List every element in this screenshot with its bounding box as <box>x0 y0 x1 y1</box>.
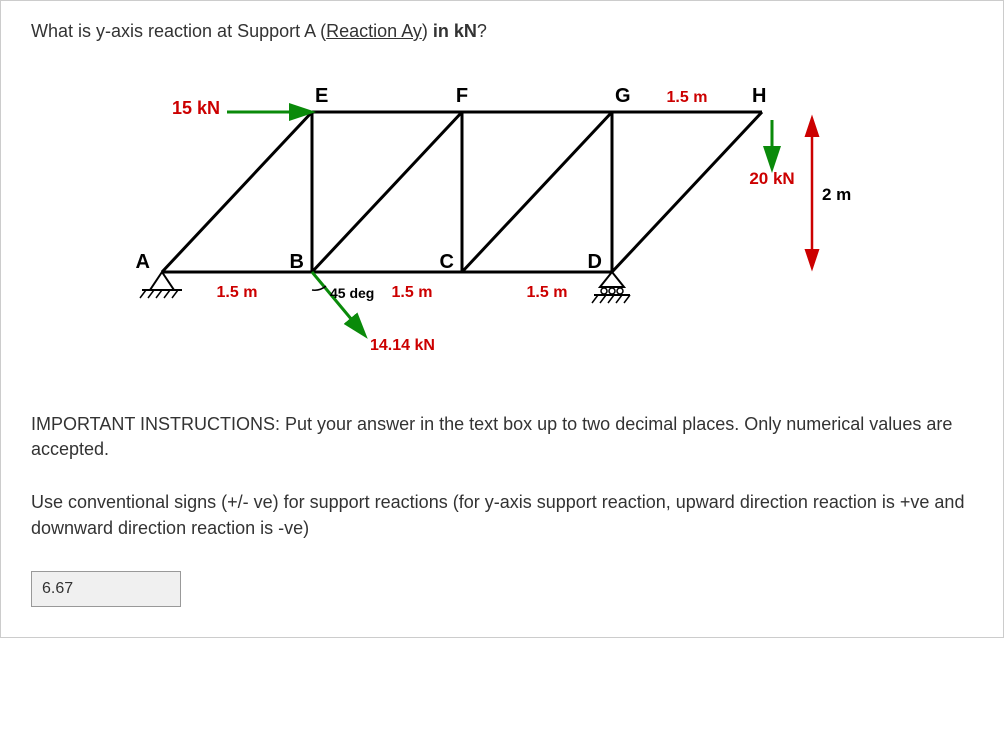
question-unit: in kN <box>428 21 477 41</box>
dim-ab: 1.5 m <box>217 284 258 301</box>
question-mark: ? <box>477 21 487 41</box>
node-h-label: H <box>752 85 766 107</box>
instructions-1: IMPORTANT INSTRUCTIONS: Put your answer … <box>31 412 973 462</box>
force-14kn-arrow <box>312 272 362 332</box>
question-prefix: What is y-axis reaction at Support A ( <box>31 21 326 41</box>
dim-gh: 1.5 m <box>667 89 708 106</box>
node-d-label: D <box>588 251 602 273</box>
node-c-label: C <box>440 251 454 273</box>
question-text: What is y-axis reaction at Support A (Re… <box>31 21 973 42</box>
node-g-label: G <box>615 85 631 107</box>
node-f-label: F <box>456 85 468 107</box>
force-20kn-label: 20 kN <box>749 169 794 188</box>
truss-svg: 15 kN 45 deg 14.14 kN 20 kN 2 m A B C D … <box>112 72 892 372</box>
dim-cd: 1.5 m <box>527 284 568 301</box>
instructions-2: Use conventional signs (+/- ve) for supp… <box>31 490 973 540</box>
node-b-label: B <box>290 251 304 273</box>
support-d-roller-icon <box>592 272 630 303</box>
force-14kn-label: 14.14 kN <box>370 337 435 354</box>
dim-bc: 1.5 m <box>392 284 433 301</box>
angle-label: 45 deg <box>330 285 374 301</box>
question-card: What is y-axis reaction at Support A (Re… <box>0 0 1004 638</box>
question-emphasis: Reaction Ay <box>326 21 422 41</box>
truss-figure: 15 kN 45 deg 14.14 kN 20 kN 2 m A B C D … <box>112 72 892 372</box>
force-15kn-label: 15 kN <box>172 98 220 118</box>
node-e-label: E <box>315 85 328 107</box>
node-a-label: A <box>136 251 150 273</box>
dim-height-label: 2 m <box>822 185 851 204</box>
answer-input[interactable] <box>31 571 181 607</box>
support-a-pin-icon <box>140 272 182 298</box>
